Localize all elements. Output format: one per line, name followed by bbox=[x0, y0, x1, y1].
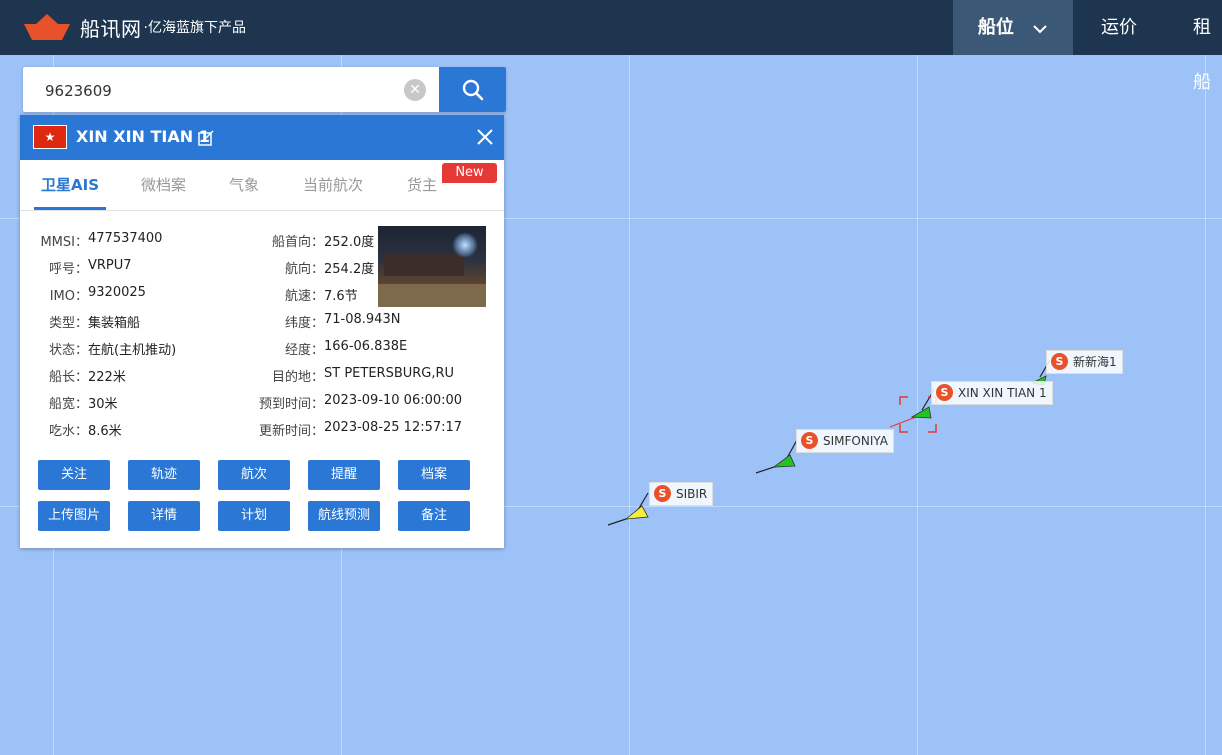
field-label: 船首向： bbox=[271, 235, 324, 250]
chevron-down-icon bbox=[1032, 1, 1048, 56]
vessel-name: XIN XIN TIAN 1 bbox=[76, 127, 210, 146]
field-label: 预到时间： bbox=[258, 397, 324, 412]
tab-cargo-owner[interactable]: 货主 bbox=[407, 174, 437, 195]
field-label: 航速： bbox=[284, 289, 324, 304]
ship-marker-simfoniya[interactable] bbox=[755, 439, 798, 474]
ship-type-icon: S bbox=[1051, 353, 1068, 370]
vessel-photo[interactable] bbox=[378, 226, 486, 307]
search-input[interactable] bbox=[23, 67, 427, 114]
archive-button[interactable]: 档案 bbox=[398, 460, 470, 490]
field-label: IMO： bbox=[49, 289, 88, 304]
nav-ship-position[interactable]: 船位 bbox=[953, 0, 1073, 55]
panel-header: ★ XIN XIN TIAN 1 bbox=[20, 115, 504, 160]
vessel-info-panel: ★ XIN XIN TIAN 1 卫星AIS 微档案 气象 当前航次 货主 Ne… bbox=[20, 115, 504, 548]
ship-label-simfoniya[interactable]: S SIMFONIYA bbox=[796, 429, 894, 453]
search-icon bbox=[462, 79, 484, 101]
brand-subtitle: ·亿海蓝旗下产品 bbox=[143, 20, 246, 36]
type-value: 集装箱船 bbox=[88, 316, 141, 331]
follow-button[interactable]: 关注 bbox=[38, 460, 110, 490]
speed-value: 7.6节 bbox=[324, 289, 358, 304]
imo-value: 9320025 bbox=[88, 285, 146, 300]
ship-label-xinxintian1[interactable]: S XIN XIN TIAN 1 bbox=[931, 381, 1053, 405]
plan-button[interactable]: 计划 bbox=[218, 501, 290, 531]
clear-search-icon[interactable]: ✕ bbox=[404, 79, 426, 101]
ship-label-name: SIMFONIYA bbox=[823, 434, 888, 448]
field-label: 船长： bbox=[48, 370, 88, 385]
ship-label-xinxinhai1[interactable]: S 新新海1 bbox=[1046, 350, 1123, 374]
search-bar: ✕ bbox=[23, 67, 506, 114]
field-label: 更新时间： bbox=[258, 424, 324, 439]
track-button[interactable]: 轨迹 bbox=[128, 460, 200, 490]
tab-weather[interactable]: 气象 bbox=[229, 174, 259, 195]
route-prediction-button[interactable]: 航线预测 bbox=[308, 501, 380, 531]
latitude-value: 71-08.943N bbox=[324, 312, 401, 327]
field-label: 航向： bbox=[284, 262, 324, 277]
eta-value: 2023-09-10 06:00:00 bbox=[324, 393, 463, 408]
ship-label-sibir[interactable]: S SIBIR bbox=[649, 482, 714, 506]
hong-kong-flag-icon: ★ bbox=[33, 125, 67, 149]
ship-label-name: 新新海1 bbox=[1073, 355, 1117, 369]
ship-label-name: SIBIR bbox=[676, 487, 708, 501]
field-label: 目的地： bbox=[271, 370, 324, 385]
ship-label-name: XIN XIN TIAN 1 bbox=[958, 386, 1047, 400]
new-badge: New bbox=[442, 163, 497, 183]
longitude-value: 166-06.838E bbox=[324, 339, 408, 354]
details-button[interactable]: 详情 bbox=[128, 501, 200, 531]
ship-type-icon: S bbox=[801, 432, 818, 449]
beam-value: 30米 bbox=[88, 397, 118, 412]
update-time-value: 2023-08-25 12:57:17 bbox=[324, 420, 463, 435]
top-navigation-bar: 船讯网 ·亿海蓝旗下产品 船位 运价 租船 bbox=[0, 0, 1222, 93]
field-label: 船宽： bbox=[48, 397, 88, 412]
voyage-button[interactable]: 航次 bbox=[218, 460, 290, 490]
course-value: 254.2度 bbox=[324, 262, 375, 277]
close-icon[interactable] bbox=[475, 127, 495, 151]
ship-type-icon: S bbox=[936, 384, 953, 401]
field-label: 纬度： bbox=[284, 316, 324, 331]
active-tab-indicator bbox=[34, 207, 106, 210]
nav-label: 船位 bbox=[977, 17, 1014, 38]
search-button[interactable] bbox=[439, 67, 506, 112]
mmsi-value: 477537400 bbox=[88, 231, 163, 246]
ship-marker-xinxintian1[interactable] bbox=[889, 389, 937, 433]
ship-type-icon: S bbox=[654, 485, 671, 502]
nav-charter[interactable]: 租船 bbox=[1193, 0, 1222, 93]
field-label: 类型： bbox=[48, 316, 88, 331]
field-label: 状态： bbox=[48, 343, 88, 358]
callsign-value: VRPU7 bbox=[88, 258, 132, 273]
destination-value: ST PETERSBURG,RU bbox=[324, 366, 455, 381]
tab-satellite-ais[interactable]: 卫星AIS bbox=[41, 174, 99, 195]
field-label: MMSI： bbox=[40, 235, 88, 250]
field-label: 经度： bbox=[284, 343, 324, 358]
upload-photo-button[interactable]: 上传图片 bbox=[38, 501, 110, 531]
draft-value: 8.6米 bbox=[88, 424, 122, 439]
field-label: 呼号： bbox=[48, 262, 88, 277]
logo[interactable]: 船讯网 ·亿海蓝旗下产品 bbox=[22, 12, 246, 42]
ship-marker-sibir[interactable] bbox=[607, 492, 649, 526]
reminder-button[interactable]: 提醒 bbox=[308, 460, 380, 490]
vessel-tabs: 卫星AIS 微档案 气象 当前航次 货主 New bbox=[20, 160, 504, 211]
length-value: 222米 bbox=[88, 370, 126, 385]
brand-name: 船讯网 bbox=[80, 16, 142, 41]
heading-value: 252.0度 bbox=[324, 235, 375, 250]
nav-freight-rate[interactable]: 运价 bbox=[1101, 0, 1137, 55]
field-label: 吃水： bbox=[48, 424, 88, 439]
edit-icon[interactable] bbox=[198, 130, 214, 150]
boat-logo-icon bbox=[24, 14, 70, 40]
tab-current-voyage[interactable]: 当前航次 bbox=[303, 174, 363, 195]
tab-micro-archive[interactable]: 微档案 bbox=[141, 174, 186, 195]
status-value: 在航(主机推动) bbox=[88, 343, 177, 358]
notes-button[interactable]: 备注 bbox=[398, 501, 470, 531]
